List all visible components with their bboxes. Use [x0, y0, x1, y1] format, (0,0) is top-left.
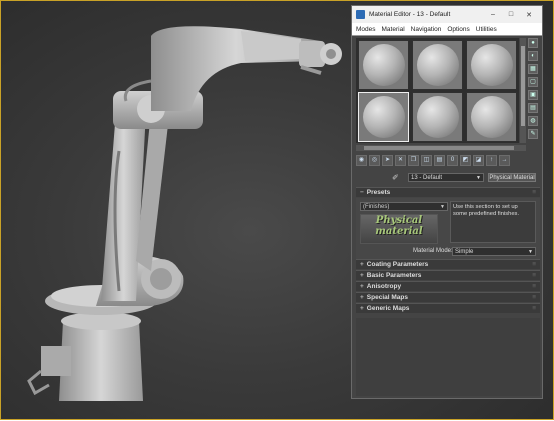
- get-material-icon[interactable]: ◉: [356, 155, 367, 166]
- video-check-icon[interactable]: ▣: [528, 90, 538, 100]
- rollout-grip-icon: ≡: [532, 261, 536, 268]
- side-toolbar: ● ◐ ▦ ▢ ▣ ▤ ◍ ✎: [528, 38, 540, 142]
- rollout-generic-label: Generic Maps: [366, 305, 410, 312]
- copy-material-icon[interactable]: ❐: [408, 155, 419, 166]
- rollout-presets-label: Presets: [366, 189, 391, 196]
- show-end-result-icon[interactable]: ◪: [473, 155, 484, 166]
- expand-icon: +: [360, 283, 364, 290]
- chevron-down-icon: ▼: [528, 249, 533, 255]
- material-editor-window[interactable]: Material Editor - 13 - Default – □ ✕ Mod…: [351, 5, 543, 399]
- scroll-thumb[interactable]: [364, 146, 514, 150]
- backlight-icon[interactable]: ◐: [528, 51, 538, 61]
- sample-slot[interactable]: [358, 40, 409, 90]
- presets-hint: Use this section to set up some predefin…: [450, 201, 536, 243]
- menu-bar: Modes Material Navigation Options Utilit…: [352, 23, 542, 36]
- material-mode-label: Material Mode:: [413, 248, 453, 254]
- rollout-grip-icon: ≡: [532, 283, 536, 290]
- finishes-value: (Finishes): [363, 204, 390, 210]
- menu-modes[interactable]: Modes: [356, 26, 376, 33]
- assign-material-icon[interactable]: ➤: [382, 155, 393, 166]
- material-mode-value: Simple: [455, 249, 474, 255]
- expand-icon: +: [360, 272, 364, 279]
- sample-vertical-scrollbar[interactable]: [520, 38, 526, 143]
- collapse-icon: −: [360, 189, 364, 196]
- rollout-anisotropy[interactable]: + Anisotropy ≡: [356, 281, 540, 291]
- rollout-anisotropy-label: Anisotropy: [366, 283, 402, 290]
- chevron-down-icon: ▼: [476, 175, 481, 181]
- expand-icon: +: [360, 294, 364, 301]
- expand-icon: +: [360, 261, 364, 268]
- material-editor-icon: [356, 10, 365, 19]
- expand-icon: +: [360, 305, 364, 312]
- sphere-icon: [363, 44, 405, 86]
- maximize-button[interactable]: □: [502, 11, 520, 18]
- show-shaded-icon[interactable]: ◩: [460, 155, 471, 166]
- material-name-value: 13 - Default: [411, 175, 443, 181]
- logo-line-2: material: [375, 226, 423, 237]
- rollout-grip-icon: ≡: [532, 189, 536, 196]
- sample-horizontal-scrollbar[interactable]: [356, 145, 526, 151]
- rollout-grip-icon: ≡: [532, 272, 536, 279]
- material-toolbar: ◉ ◎ ➤ ✕ ❐ ◫ ▤ 0 ◩ ◪ ↑ →: [356, 155, 540, 167]
- minimize-button[interactable]: –: [484, 11, 502, 18]
- presets-panel: (Finishes) ▼ Physical material Use this …: [356, 198, 540, 262]
- sphere-icon: [363, 96, 405, 138]
- make-preview-icon[interactable]: ▤: [528, 103, 538, 113]
- rollout-basic-parameters[interactable]: + Basic Parameters ≡: [356, 270, 540, 280]
- background-icon[interactable]: ▦: [528, 64, 538, 74]
- rollout-empty-area: [356, 318, 540, 396]
- put-to-scene-icon[interactable]: ◎: [369, 155, 380, 166]
- material-name-field[interactable]: 13 - Default ▼: [408, 173, 484, 182]
- go-forward-icon[interactable]: →: [499, 155, 510, 166]
- eyedropper-icon[interactable]: ✐: [392, 173, 402, 183]
- material-mode-dropdown[interactable]: Simple ▼: [452, 247, 536, 256]
- sphere-icon: [417, 44, 459, 86]
- uv-tiling-icon[interactable]: ▢: [528, 77, 538, 87]
- rollout-special-label: Special Maps: [366, 294, 408, 301]
- make-unique-icon[interactable]: ◫: [421, 155, 432, 166]
- title-bar[interactable]: Material Editor - 13 - Default – □ ✕: [352, 6, 542, 23]
- rollout-coating-label: Coating Parameters: [366, 261, 429, 268]
- rollout-special-maps[interactable]: + Special Maps ≡: [356, 292, 540, 302]
- rollout-grip-icon: ≡: [532, 294, 536, 301]
- window-title: Material Editor - 13 - Default: [369, 11, 451, 18]
- sphere-icon: [471, 96, 513, 138]
- finishes-dropdown[interactable]: (Finishes) ▼: [360, 202, 448, 211]
- chevron-down-icon: ▼: [440, 204, 445, 210]
- menu-navigation[interactable]: Navigation: [411, 26, 442, 33]
- rollout-coating-parameters[interactable]: + Coating Parameters ≡: [356, 259, 540, 269]
- sample-type-icon[interactable]: ●: [528, 38, 538, 48]
- sphere-icon: [417, 96, 459, 138]
- material-name-row: ✐ 13 - Default ▼ Physical Material: [356, 172, 540, 183]
- sample-slot[interactable]: [412, 92, 463, 142]
- sample-slots: [356, 38, 519, 143]
- sample-slot[interactable]: [412, 40, 463, 90]
- rollout-grip-icon: ≡: [532, 305, 536, 312]
- material-type-button[interactable]: Physical Material: [488, 173, 536, 182]
- menu-utilities[interactable]: Utilities: [476, 26, 497, 33]
- sample-slot[interactable]: [466, 40, 517, 90]
- scroll-thumb[interactable]: [521, 46, 525, 126]
- sample-slot-active[interactable]: [358, 92, 409, 142]
- rollout-basic-label: Basic Parameters: [366, 272, 422, 279]
- rollout-presets[interactable]: − Presets ≡: [356, 187, 540, 197]
- select-by-material-icon[interactable]: ✎: [528, 129, 538, 139]
- put-to-library-icon[interactable]: ▤: [434, 155, 445, 166]
- logo-line-1: Physical: [375, 215, 423, 226]
- menu-material[interactable]: Material: [382, 26, 405, 33]
- close-button[interactable]: ✕: [520, 11, 538, 19]
- options-icon[interactable]: ◍: [528, 116, 538, 126]
- reset-icon[interactable]: ✕: [395, 155, 406, 166]
- sphere-icon: [471, 44, 513, 86]
- menu-options[interactable]: Options: [447, 26, 469, 33]
- material-id-icon[interactable]: 0: [447, 155, 458, 166]
- rollout-generic-maps[interactable]: + Generic Maps ≡: [356, 303, 540, 313]
- sample-slot[interactable]: [466, 92, 517, 142]
- go-to-parent-icon[interactable]: ↑: [486, 155, 497, 166]
- physical-material-logo: Physical material: [360, 214, 438, 244]
